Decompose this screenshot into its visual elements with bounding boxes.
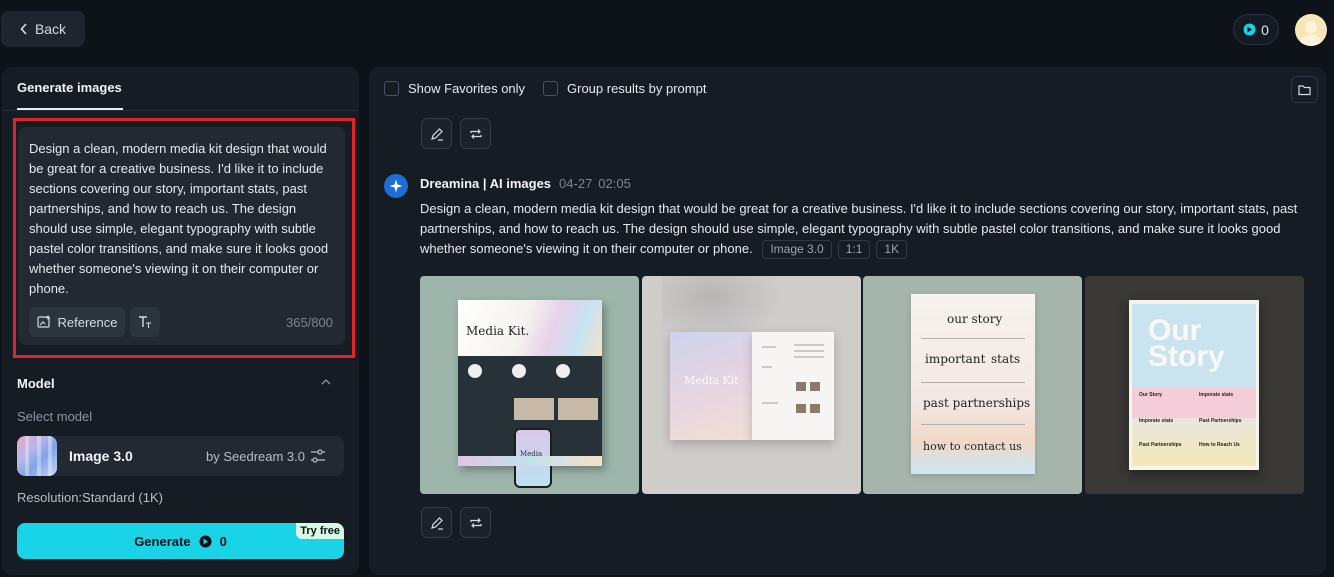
tile3-line-2: important <box>925 352 986 366</box>
media-kit-mockup-1: Media Kit. Media Kit <box>458 300 602 488</box>
typography-mockup: our story important stats past partnersh… <box>911 294 1035 474</box>
settings-sliders-icon[interactable] <box>310 448 326 464</box>
top-bar: Back 0 <box>0 0 1334 62</box>
tile3-line-5: how to contact us <box>923 440 1022 453</box>
tab-divider <box>2 110 359 111</box>
repeat-icon <box>469 517 482 528</box>
prompt-highlight-frame <box>13 118 355 358</box>
result-brand: Dreamina | AI images <box>420 176 552 191</box>
tile4-label-3: Imporate stats <box>1139 418 1174 424</box>
tag-ratio: 1:1 <box>837 240 871 260</box>
chevron-up-icon[interactable] <box>320 376 332 388</box>
our-story-mockup: Our Story Our Story Imporate stats Impora… <box>1129 300 1259 470</box>
tile3-line-3: stats <box>991 352 1021 366</box>
edit-prompt-button[interactable] <box>421 118 452 149</box>
tile2-title: Media Kit <box>684 374 739 387</box>
back-button[interactable]: Back <box>1 11 85 47</box>
try-free-badge: Try free <box>296 523 344 539</box>
tab-generate-images[interactable]: Generate images <box>17 80 122 95</box>
generate-button[interactable]: Generate 0 Try free <box>17 523 344 559</box>
group-results-label: Group results by prompt <box>567 81 707 96</box>
regenerate-button-bottom[interactable] <box>460 507 491 538</box>
folder-button[interactable] <box>1291 76 1318 103</box>
tag-model: Image 3.0 <box>762 240 832 260</box>
show-favorites-toggle[interactable]: Show Favorites only <box>384 81 525 96</box>
result-header: Dreamina | AI images 04-27 02:05 <box>420 176 631 191</box>
group-results-toggle[interactable]: Group results by prompt <box>543 81 706 96</box>
result-image-2[interactable]: Media Kit <box>642 276 861 494</box>
avatar-body <box>1300 34 1322 46</box>
folder-icon <box>1298 84 1311 95</box>
result-prompt: Design a clean, modern media kit design … <box>420 199 1306 260</box>
model-thumbnail <box>17 436 57 476</box>
credits-count: 0 <box>1261 21 1269 38</box>
model-section-title: Model <box>17 376 55 391</box>
tile3-line-4: past partnerships <box>923 396 1031 410</box>
back-label: Back <box>34 21 67 37</box>
avatar-head <box>1305 21 1317 33</box>
show-favorites-checkbox[interactable] <box>384 81 399 96</box>
regenerate-button[interactable] <box>460 118 491 149</box>
result-image-1[interactable]: Media Kit. Media Kit <box>420 276 639 494</box>
model-provider: by Seedream 3.0 <box>206 449 306 464</box>
tile4-label-4: Past Partnerships <box>1199 418 1242 424</box>
group-results-checkbox[interactable] <box>543 81 558 96</box>
result-image-4[interactable]: Our Story Our Story Imporate stats Impora… <box>1085 276 1304 494</box>
chevron-left-icon <box>20 23 27 35</box>
avatar[interactable] <box>1295 14 1327 46</box>
tile4-label-5: Past Partnerships <box>1139 442 1182 448</box>
pencil-icon <box>430 516 443 530</box>
booklet-page <box>752 332 834 440</box>
credits-badge[interactable]: 0 <box>1233 14 1279 45</box>
generate-panel: Generate images Design a clean, modern m… <box>2 67 359 575</box>
repeat-icon <box>469 128 482 139</box>
generate-cost: 0 <box>219 533 227 549</box>
credit-coin-icon <box>1243 23 1256 36</box>
credit-coin-icon <box>199 535 212 547</box>
tile3-line-1: our story <box>947 312 1003 326</box>
tag-resolution: 1K <box>876 240 908 260</box>
tile1-title: Media Kit. <box>466 324 530 338</box>
dreamina-logo-icon <box>384 174 408 198</box>
pencil-icon <box>430 127 443 141</box>
select-model-label: Select model <box>17 409 93 424</box>
show-favorites-label: Show Favorites only <box>408 81 526 96</box>
tile4-label-6: How to Reach Us <box>1199 442 1240 448</box>
resolution-label[interactable]: Resolution:Standard (1K) <box>17 490 163 505</box>
tile4-label-2: Imporate stats <box>1199 392 1234 398</box>
tile4-label-1: Our Story <box>1139 392 1163 398</box>
result-image-3[interactable]: our story important stats past partnersh… <box>863 276 1082 494</box>
model-selector[interactable]: Image 3.0 by Seedream 3.0 <box>17 436 344 476</box>
edit-prompt-button-bottom[interactable] <box>421 507 452 538</box>
generate-label: Generate <box>134 533 191 549</box>
results-panel: Show Favorites only Group results by pro… <box>369 67 1326 575</box>
result-date: 04-27 <box>559 176 593 191</box>
result-time: 02:05 <box>598 176 631 191</box>
model-name: Image 3.0 <box>69 448 133 464</box>
booklet-cover: Media Kit <box>670 332 752 440</box>
tile4-title-2: Story <box>1148 340 1225 373</box>
